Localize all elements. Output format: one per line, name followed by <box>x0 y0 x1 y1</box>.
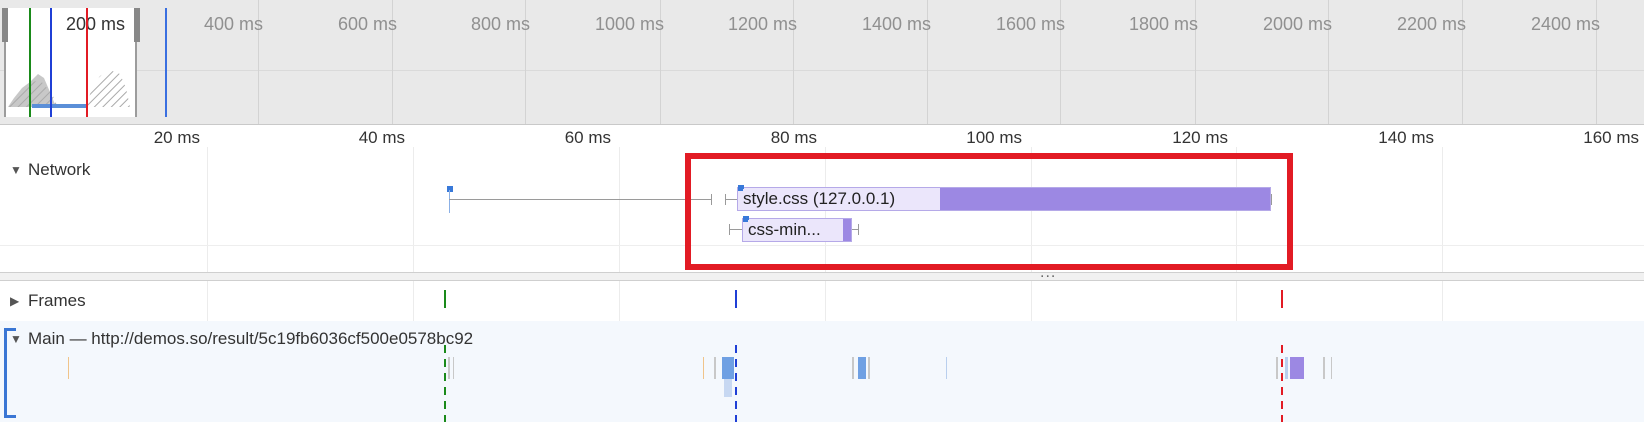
activity-slice <box>703 357 704 379</box>
overview-baseline <box>0 70 1644 71</box>
activity-slice <box>946 357 947 379</box>
network-section-label: Network <box>28 160 91 179</box>
overview-right-handle[interactable] <box>134 8 140 42</box>
ruler-tick-label: 20 ms <box>153 128 200 147</box>
activity-slice <box>68 357 69 379</box>
time-ruler: 20 ms 40 ms 60 ms 80 ms 100 ms 120 ms 14… <box>0 125 1644 147</box>
frames-section-header[interactable]: ▶ Frames <box>10 291 86 311</box>
overview-left-handle[interactable] <box>2 8 8 42</box>
overview-dom-content-loaded-marker <box>29 8 31 117</box>
overview-tick-label: 1200 ms <box>727 14 797 34</box>
ruler-tick-label: 140 ms <box>1378 128 1434 147</box>
activity-slice <box>722 357 734 379</box>
ruler-tick-label: 100 ms <box>966 128 1022 147</box>
activity-slice <box>852 357 854 379</box>
main-thread-track: ▼ Main — http://demos.so/result/5c19fb60… <box>0 321 1644 422</box>
overview-tick-label: 1400 ms <box>861 14 931 34</box>
overview-tick-label: 2000 ms <box>1262 14 1332 34</box>
frames-track: ▶ Frames <box>0 281 1644 321</box>
main-section-label: Main — http://demos.so/result/5c19fb6036… <box>28 329 474 348</box>
activity-slice <box>1276 357 1278 379</box>
request-name: style.css (127.0.0.1) <box>743 189 898 209</box>
ruler-tick-label: 80 ms <box>770 128 817 147</box>
activity-slice <box>858 357 866 379</box>
activity-slice <box>724 379 732 397</box>
dom-content-loaded-marker <box>444 290 446 308</box>
dom-content-loaded-marker-dashed <box>444 345 446 422</box>
frames-section-label: Frames <box>28 291 86 310</box>
main-section-header[interactable]: ▼ Main — http://demos.so/result/5c19fb60… <box>10 329 473 349</box>
overview-tick-label: 2200 ms <box>1396 14 1466 34</box>
activity-slice <box>714 357 716 379</box>
triangle-right-icon[interactable]: ▶ <box>10 294 22 308</box>
overview-tick-label: 2400 ms <box>1530 14 1600 34</box>
network-section-header[interactable]: ▼ Network <box>10 160 90 180</box>
load-event-marker-dashed <box>1281 345 1283 422</box>
ruler-tick-label: 160 ms <box>1583 128 1639 147</box>
overview-activity-graph <box>8 70 130 108</box>
activity-slice <box>453 357 454 379</box>
overview-tick-label: 600 ms <box>337 14 397 34</box>
ruler-tick-label: 40 ms <box>358 128 405 147</box>
request-whisker <box>449 199 711 200</box>
activity-slice <box>1290 357 1304 379</box>
request-start-line <box>449 190 450 213</box>
overview-tick-label: 800 ms <box>470 14 530 34</box>
panel-splitter[interactable]: ... <box>0 264 1644 281</box>
activity-slice <box>868 357 870 379</box>
splitter-grip[interactable]: ... <box>1040 264 1056 282</box>
request-name: css-min... <box>748 220 823 240</box>
triangle-down-icon[interactable]: ▼ <box>10 163 22 177</box>
overview-tick-label: 1800 ms <box>1128 14 1198 34</box>
overview-selection-window[interactable]: 200 ms <box>4 8 137 117</box>
ruler-tick-label: 120 ms <box>1172 128 1228 147</box>
activity-slice <box>1285 357 1288 379</box>
overview-current-marker <box>165 8 167 117</box>
overview-first-paint-marker <box>50 8 52 117</box>
first-paint-marker-dashed <box>735 345 737 422</box>
highlight-annotation-box <box>685 153 1293 270</box>
overview-load-marker <box>86 8 88 117</box>
activity-slice <box>1323 357 1325 379</box>
ruler-tick-label: 60 ms <box>564 128 611 147</box>
overview-tick-label: 1600 ms <box>995 14 1065 34</box>
main-track-bracket <box>4 328 16 418</box>
activity-slice <box>1331 357 1332 379</box>
activity-slice <box>448 357 450 379</box>
load-event-marker <box>1281 290 1283 308</box>
overview-tick-label: 400 ms <box>203 14 263 34</box>
request-start-marker <box>447 186 453 192</box>
first-paint-marker <box>735 290 737 308</box>
overview-tick-label: 1000 ms <box>594 14 664 34</box>
timeline-overview[interactable]: 400 ms 600 ms 800 ms 1000 ms 1200 ms 140… <box>0 0 1644 125</box>
